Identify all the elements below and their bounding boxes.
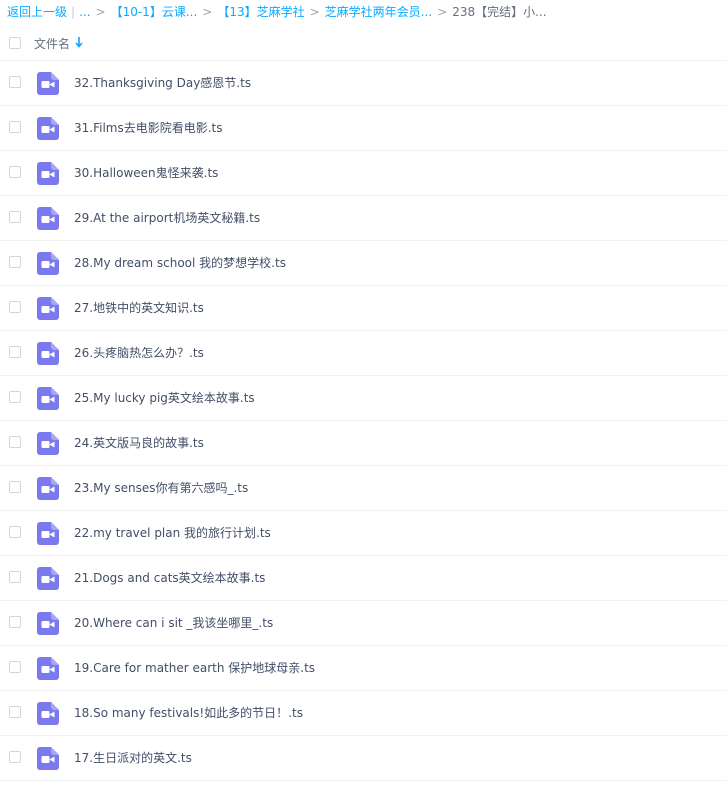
file-row[interactable]: 26.头疼脑热怎么办？.ts [0,331,727,376]
row-checkbox[interactable] [9,661,21,673]
row-checkbox[interactable] [9,706,21,718]
row-checkbox[interactable] [9,166,21,178]
file-name[interactable]: 31.Films去电影院看电影.ts [74,120,223,136]
breadcrumb: 返回上一级 |... > 【10-1】云课... > 【13】芝麻学社 > 芝麻学社两年会员.… [7,3,547,21]
sort-arrow-down-icon[interactable] [75,36,83,48]
video-file-icon [37,72,59,95]
row-checkbox[interactable] [9,346,21,358]
breadcrumb-item-2[interactable]: 【13】芝麻学社 [217,5,304,19]
file-name[interactable]: 30.Halloween鬼怪来袭.ts [74,165,218,181]
row-checkbox[interactable] [9,751,21,763]
video-file-icon [37,747,59,770]
select-all-checkbox[interactable] [9,37,21,49]
file-name[interactable]: 25.My lucky pig英文绘本故事.ts [74,390,255,406]
file-row[interactable]: 32.Thanksgiving Day感恩节.ts [0,61,727,106]
back-link[interactable]: 返回上一级 [7,5,67,19]
file-name[interactable]: 21.Dogs and cats英文绘本故事.ts [74,570,265,586]
file-row[interactable]: 18.So many festivals!如此多的节日！.ts [0,691,727,736]
file-row[interactable]: 20.Where can i sit _我该坐哪里_.ts [0,601,727,646]
video-file-icon [37,477,59,500]
video-file-icon [37,342,59,365]
file-name[interactable]: 23.My senses你有第六感吗_.ts [74,480,248,496]
video-file-icon [37,297,59,320]
file-row[interactable]: 30.Halloween鬼怪来袭.ts [0,151,727,196]
file-row[interactable]: 23.My senses你有第六感吗_.ts [0,466,727,511]
file-name[interactable]: 20.Where can i sit _我该坐哪里_.ts [74,615,273,631]
row-checkbox[interactable] [9,76,21,88]
video-file-icon [37,702,59,725]
video-file-icon [37,522,59,545]
video-file-icon [37,657,59,680]
video-file-icon [37,207,59,230]
row-checkbox[interactable] [9,121,21,133]
breadcrumb-arrow-icon: > [95,5,106,19]
file-name[interactable]: 29.At the airport机场英文秘籍.ts [74,210,260,226]
file-list-header: 文件名 [0,30,727,61]
file-row[interactable]: 24.英文版马良的故事.ts [0,421,727,466]
row-checkbox[interactable] [9,211,21,223]
file-row[interactable]: 22.my travel plan 我的旅行计划.ts [0,511,727,556]
breadcrumb-current: 238【完结】小... [452,5,547,19]
column-header-filename[interactable]: 文件名 [34,35,70,52]
video-file-icon [37,252,59,275]
file-name[interactable]: 24.英文版马良的故事.ts [74,435,204,451]
video-file-icon [37,432,59,455]
row-checkbox[interactable] [9,391,21,403]
video-file-icon [37,612,59,635]
breadcrumb-ellipsis[interactable]: ... [79,5,90,19]
row-checkbox[interactable] [9,616,21,628]
file-name[interactable]: 26.头疼脑热怎么办？.ts [74,345,204,361]
breadcrumb-divider: | [71,5,76,19]
breadcrumb-arrow-icon: > [437,5,448,19]
row-checkbox[interactable] [9,301,21,313]
row-checkbox[interactable] [9,436,21,448]
file-name[interactable]: 19.Care for mather earth 保护地球母亲.ts [74,660,315,676]
video-file-icon [37,567,59,590]
file-row[interactable]: 21.Dogs and cats英文绘本故事.ts [0,556,727,601]
breadcrumb-arrow-icon: > [309,5,320,19]
video-file-icon [37,117,59,140]
file-name[interactable]: 32.Thanksgiving Day感恩节.ts [74,75,251,91]
file-row[interactable]: 19.Care for mather earth 保护地球母亲.ts [0,646,727,691]
row-checkbox[interactable] [9,256,21,268]
file-row[interactable]: 28.My dream school 我的梦想学校.ts [0,241,727,286]
file-name[interactable]: 27.地铁中的英文知识.ts [74,300,204,316]
file-name[interactable]: 28.My dream school 我的梦想学校.ts [74,255,286,271]
file-row[interactable]: 27.地铁中的英文知识.ts [0,286,727,331]
file-row[interactable]: 29.At the airport机场英文秘籍.ts [0,196,727,241]
breadcrumb-item-1[interactable]: 【10-1】云课... [111,5,198,19]
file-row[interactable]: 17.生日派对的英文.ts [0,736,727,781]
breadcrumb-item-3[interactable]: 芝麻学社两年会员... [325,5,432,19]
video-file-icon [37,162,59,185]
row-checkbox[interactable] [9,481,21,493]
file-name[interactable]: 18.So many festivals!如此多的节日！.ts [74,705,303,721]
video-file-icon [37,387,59,410]
file-row[interactable]: 25.My lucky pig英文绘本故事.ts [0,376,727,421]
breadcrumb-arrow-icon: > [202,5,213,19]
file-name[interactable]: 22.my travel plan 我的旅行计划.ts [74,525,271,541]
row-checkbox[interactable] [9,526,21,538]
file-name[interactable]: 17.生日派对的英文.ts [74,750,192,766]
row-checkbox[interactable] [9,571,21,583]
file-row[interactable]: 31.Films去电影院看电影.ts [0,106,727,151]
